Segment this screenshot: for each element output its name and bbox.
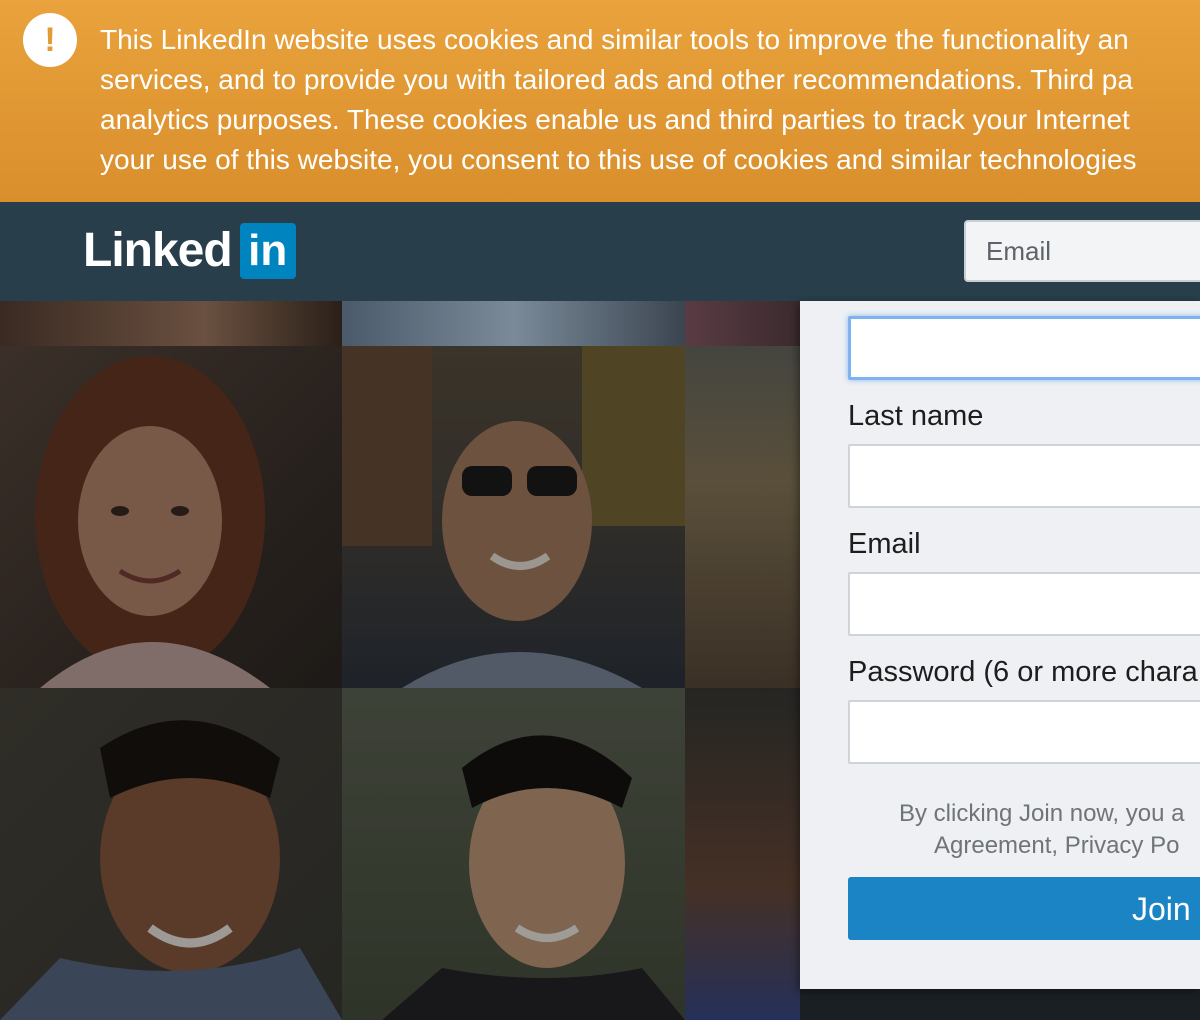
email-input[interactable]	[848, 572, 1200, 636]
member-photo	[0, 688, 342, 1020]
member-photo	[0, 301, 342, 346]
photo-overlay	[342, 346, 685, 688]
header-email-input[interactable]	[964, 220, 1200, 282]
member-photo	[342, 688, 685, 1020]
member-photo	[342, 301, 685, 346]
email-label: Email	[848, 528, 921, 560]
member-photo	[342, 346, 685, 688]
photo-overlay	[0, 346, 342, 688]
password-label: Password (6 or more chara	[848, 656, 1198, 688]
cookie-line: your use of this website, you consent to…	[100, 144, 1137, 175]
first-name-input[interactable]	[848, 316, 1200, 380]
agreement-text[interactable]: Agreement, Privacy Po	[934, 829, 1179, 862]
last-name-input[interactable]	[848, 444, 1200, 508]
cookie-banner: ! This LinkedIn website uses cookies and…	[0, 0, 1200, 202]
logo-wordmark: Linked	[83, 224, 233, 277]
member-photo	[685, 301, 800, 346]
member-photo	[685, 346, 800, 688]
cookie-text: This LinkedIn website uses cookies and s…	[100, 20, 1200, 180]
last-name-label: Last name	[848, 400, 984, 432]
photo-overlay	[0, 688, 342, 1020]
member-photo	[0, 346, 342, 688]
password-input[interactable]	[848, 700, 1200, 764]
cookie-line: This LinkedIn website uses cookies and s…	[100, 24, 1129, 55]
cookie-line: analytics purposes. These cookies enable…	[100, 104, 1130, 135]
logo-in-badge: in	[239, 223, 296, 279]
photo-overlay	[685, 688, 800, 1020]
member-photo-grid	[0, 301, 800, 1020]
exclamation-icon: !	[23, 13, 77, 67]
photo-overlay	[342, 688, 685, 1020]
photo-overlay	[685, 346, 800, 688]
member-photo	[685, 688, 800, 1020]
join-button[interactable]: Join	[848, 877, 1200, 940]
cookie-line: services, and to provide you with tailor…	[100, 64, 1133, 95]
linkedin-logo[interactable]: Linked in	[83, 223, 296, 279]
agreement-text: By clicking Join now, you a	[899, 800, 1185, 827]
